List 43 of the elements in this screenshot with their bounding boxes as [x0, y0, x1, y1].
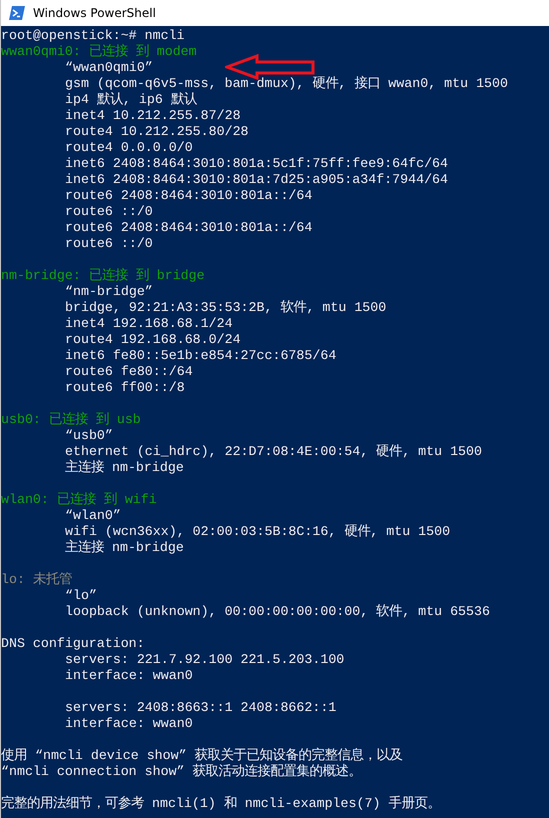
usage-line: 完整的用法细节，可参考 nmcli(1) 和 nmcli-examples(7) 手册页。: [1, 796, 440, 812]
output-line: inet6 fe80::5e1b:e854:27cc:6785/64: [65, 348, 336, 364]
device-status-line: wwan0qmi0: 已连接 到 modem: [1, 44, 197, 60]
output-line: route6 fe80::/64: [65, 364, 193, 380]
prompt-line: root@openstick:~# nmcli: [1, 28, 185, 44]
output-line: route6 ::/0: [65, 204, 153, 220]
output-line: inet4 10.212.255.87/28: [65, 108, 241, 124]
output-line: “wlan0”: [65, 508, 121, 524]
output-line: inet6 2408:8464:3010:801a:5c1f:75ff:fee9:64fc/64: [65, 156, 448, 172]
hint-line: “nmcli connection show” 获取活动连接配置集的概述。: [1, 764, 362, 780]
output-line: route4 0.0.0.0/0: [65, 140, 193, 156]
powershell-icon: [9, 6, 25, 20]
output-line: inet4 192.168.68.1/24: [65, 316, 233, 332]
output-line: gsm (qcom-q6v5-mss, bam-dmux), 硬件, 接口 wwan0, mtu 1500: [65, 76, 508, 92]
output-line: inet6 2408:8464:3010:801a:7d25:a905:a34f:7944/64: [65, 172, 448, 188]
output-line: “usb0”: [65, 428, 113, 444]
device-status-line: wlan0: 已连接 到 wifi: [1, 492, 157, 508]
device-status-line: lo: 未托管: [1, 572, 72, 588]
output-line: “wwan0qmi0”: [65, 60, 153, 76]
output-line: ip4 默认, ip6 默认: [65, 92, 197, 108]
output-line: 主连接 nm-bridge: [65, 540, 184, 556]
output-line: route6 ff00::/8: [65, 380, 185, 396]
output-line: “lo”: [65, 588, 97, 604]
output-line: route6 2408:8464:3010:801a::/64: [65, 220, 312, 236]
output-line: “nm-bridge”: [65, 284, 153, 300]
output-line: interface: wwan0: [65, 716, 193, 732]
hint-line: 使用 “nmcli device show” 获取关于已知设备的完整信息，以及: [1, 748, 403, 764]
output-line: loopback (unknown), 00:00:00:00:00:00, 软件, mtu 65536: [65, 604, 490, 620]
output-line: 主连接 nm-bridge: [65, 460, 184, 476]
output-line: route4 10.212.255.80/28: [65, 124, 249, 140]
window-title: Windows PowerShell: [33, 6, 156, 20]
output-line: route6 ::/0: [65, 236, 153, 252]
dns-heading: DNS configuration:: [1, 636, 145, 652]
output-line: interface: wwan0: [65, 668, 193, 684]
device-status-line: nm-bridge: 已连接 到 bridge: [1, 268, 205, 284]
output-line: servers: 221.7.92.100 221.5.203.100: [65, 652, 344, 668]
output-line: route4 192.168.68.0/24: [65, 332, 241, 348]
output-line: route6 2408:8464:3010:801a::/64: [65, 188, 312, 204]
output-line: bridge, 92:21:A3:35:53:2B, 软件, mtu 1500: [65, 300, 386, 316]
output-line: wifi (wcn36xx), 02:00:03:5B:8C:16, 硬件, mtu 1500: [65, 524, 450, 540]
device-status-line: usb0: 已连接 到 usb: [1, 412, 141, 428]
output-line: ethernet (ci_hdrc), 22:D7:08:4E:00:54, 硬件, mtu 1500: [65, 444, 482, 460]
output-line: servers: 2408:8663::1 2408:8662::1: [65, 700, 336, 716]
